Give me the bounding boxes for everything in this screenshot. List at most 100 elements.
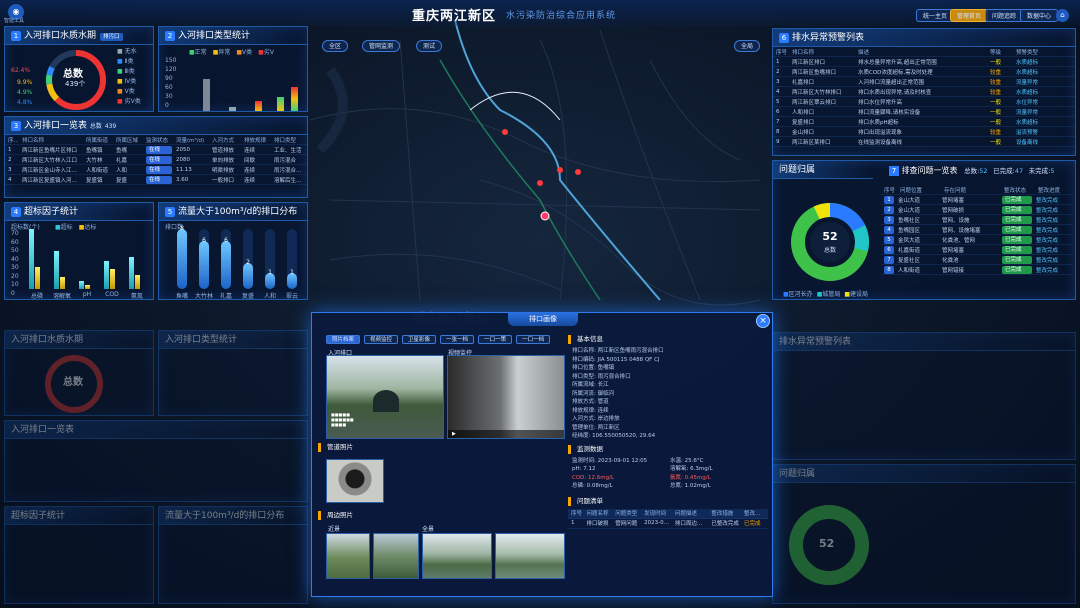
outlet-marker[interactable] <box>557 167 563 173</box>
nav-button-issues[interactable]: 问题追踪 <box>985 9 1024 22</box>
table-row[interactable]: 1排口破损管网问题2023-08-26排口周边有破损已整改完成已完成 <box>568 519 768 529</box>
issue-done: 47 <box>1014 167 1024 175</box>
bar[interactable] <box>85 285 90 289</box>
bar[interactable] <box>135 275 140 289</box>
map-tag-test[interactable]: 测试 <box>416 40 443 52</box>
surround-photo[interactable] <box>326 533 370 579</box>
bar[interactable] <box>229 107 236 111</box>
surround-caption: 全景 <box>422 526 435 533</box>
table-row[interactable]: 1 两江新区鱼嘴片区排口 鱼嘴镇 鱼嘴 在线 2050 管道排放 连续 工业、生活 <box>5 145 307 155</box>
outlet-marker[interactable] <box>537 180 543 186</box>
outlet-profile-modal: 排口画像 × 照片档案 视频监控 卫星影像 一张一档 一口一策 一口一档 入河排口 视频监… <box>311 312 773 597</box>
bar[interactable] <box>199 241 209 289</box>
video-feed[interactable]: ▶ <box>447 355 565 439</box>
bar[interactable] <box>79 281 84 289</box>
table-row[interactable]: 4两江新区复盛镇入河排口复盛镇复盛在线3.60一般排口连续溶解后生活排口 <box>5 175 307 185</box>
table-row[interactable]: 6 礼嘉街道 管网堵塞 已完成 整改完成 <box>881 245 1073 255</box>
info-field: 排放方式: 管道 <box>572 399 609 405</box>
modal-tab[interactable]: 一口一策 <box>478 335 513 344</box>
x-tick: 溶解氧 <box>52 293 71 300</box>
table-row[interactable]: 3 鱼嘴社区 管网、设施 已完成 整改完成 <box>881 215 1073 225</box>
video-controls[interactable] <box>448 430 564 438</box>
modal-tab[interactable]: 一口一档 <box>516 335 551 344</box>
y-tick: 0 <box>11 289 15 297</box>
bar[interactable] <box>255 101 262 111</box>
panel-tab[interactable]: 排污口 <box>100 33 123 41</box>
table-row[interactable]: 3 两江新区金山寺入江口排口 人和街道 人和 在线 11.13 明渠排放 连续 雨污混合排口 <box>5 165 307 175</box>
bar[interactable] <box>60 277 65 289</box>
play-icon[interactable]: ▶ <box>452 431 456 437</box>
legend-item: 异常 <box>218 49 231 56</box>
legend-item: Ⅳ类 <box>124 78 137 85</box>
table-row[interactable]: 8 人和街道 管网错接 已完成 整改完成 <box>881 265 1073 275</box>
table-row[interactable]: 7 复盛排口 排口水质pH超标 一般 水质超标 <box>773 117 1075 127</box>
pipe-photo[interactable] <box>326 459 384 503</box>
panel-title: 排水异常预警列表 <box>792 33 865 43</box>
modal-tab[interactable]: 视频监控 <box>364 335 399 344</box>
bar[interactable] <box>221 241 231 289</box>
user-icon[interactable]: ⌂ <box>1056 9 1069 22</box>
bar[interactable] <box>110 269 115 289</box>
bar[interactable] <box>54 251 59 289</box>
issue-table-title: 排查问题一览表 <box>901 166 958 175</box>
quality-field: 水温: 25.6°C <box>670 457 704 464</box>
bar-label: 1 <box>268 269 272 276</box>
map-tag-monitor[interactable]: 管网监测 <box>362 40 401 52</box>
panel-title: 入河排口水质水期 <box>24 31 97 41</box>
table-row[interactable]: 1 金山大道 管网堵塞 已完成 整改完成 <box>881 195 1073 205</box>
outlet-marker[interactable] <box>502 129 508 135</box>
close-icon[interactable]: × <box>756 314 770 328</box>
table-row[interactable]: 2 金山大道 管网破损 已完成 整改完成 <box>881 205 1073 215</box>
quality-field: COD: 12.6mg/L <box>572 474 615 481</box>
table-row[interactable]: 6 人和排口 排口流量骤降,请核实设备 一般 流量异常 <box>773 107 1075 117</box>
bar[interactable] <box>291 87 298 111</box>
bar[interactable] <box>177 229 187 289</box>
bar[interactable] <box>243 263 253 289</box>
bar-label: 2 <box>246 259 250 266</box>
table-row[interactable]: 4 鱼嘴园区 管网、设施堵塞 已完成 整改完成 <box>881 225 1073 235</box>
panel-title: 问题归属 <box>779 165 816 175</box>
x-tick: 总磷 <box>30 293 43 300</box>
map-tag-global[interactable]: 全局 <box>734 40 761 52</box>
table-row[interactable]: 9 两江新区某排口 在线监测设备离线 一般 设备离线 <box>773 137 1075 147</box>
modal-tab[interactable]: 一张一档 <box>440 335 475 344</box>
table-header: 序号 问题位置 存在问题 整改状态 整改进度 <box>881 185 1073 195</box>
table-row[interactable]: 4 两江新区大竹林排口 排口水质出现异常,请及时核查 较重 水质超标 <box>773 87 1075 97</box>
table-row[interactable]: 8 金山排口 排口出现溢流现象 较重 溢流预警 <box>773 127 1075 137</box>
table-row[interactable]: 2 两江新区鱼嘴排口 水质COD浓度超标,需及时处理 较重 水质超标 <box>773 67 1075 77</box>
ghost-panel: 排水异常预警列表 <box>772 332 1076 460</box>
bar[interactable] <box>129 257 134 289</box>
table-row[interactable]: 7 复盛社区 化粪池 已完成 整改完成 <box>881 255 1073 265</box>
surround-photo[interactable] <box>495 533 565 579</box>
bar[interactable] <box>29 229 34 289</box>
outlet-photo[interactable]: ■■■■■ ■■■■■■ ■■■■ <box>326 355 444 439</box>
nav-button-home[interactable]: 统一主页 <box>916 9 955 22</box>
table-row[interactable]: 5 两江新区翠云排口 排口水位异常升高 一般 水位异常 <box>773 97 1075 107</box>
modal-tab[interactable]: 照片档案 <box>326 335 361 344</box>
info-field: 排口位置: 鱼嘴镇 <box>572 365 615 371</box>
nav-button-manage[interactable]: 管理首页 <box>950 9 989 22</box>
nav-button-data[interactable]: 数据中心 <box>1020 9 1059 22</box>
legend-item: 超标 <box>60 224 73 231</box>
table-row[interactable]: 1 两江新区排口 排水总量异常升高,超出正常范围 一般 水质超标 <box>773 57 1075 67</box>
table-row[interactable]: 2 两江新区大竹林入江口 大竹林 礼嘉 在线 2080 单向排放 间歇 雨污混合 <box>5 155 307 165</box>
map-tag-all[interactable]: 全区 <box>322 40 349 52</box>
x-tick: 大竹林 <box>194 293 213 300</box>
bar[interactable] <box>203 79 210 111</box>
surround-photo[interactable] <box>373 533 419 579</box>
surround-photo[interactable] <box>422 533 492 579</box>
table-row[interactable]: 5 金凤大道 化粪池、管网 已完成 整改完成 <box>881 235 1073 245</box>
table-row[interactable]: 3 礼嘉排口 入河排口流量超出正常范围 较重 流量异常 <box>773 77 1075 87</box>
quality-field: 氨氮: 0.45mg/L <box>670 474 711 481</box>
modal-tab[interactable]: 卫星影像 <box>402 335 437 344</box>
bar[interactable] <box>277 97 284 111</box>
selected-outlet-marker[interactable] <box>540 211 550 221</box>
x-tick: 礼嘉 <box>219 293 232 300</box>
outlet-marker[interactable] <box>575 169 581 175</box>
outlet-type-panel: 2 入河排口类型统计 ■正常 ■异常 ■Ⅴ类 ■劣Ⅴ 150 120 90 60 … <box>158 26 308 112</box>
panel-title: 流量大于100m³/d的排口分布 <box>178 207 298 217</box>
info-field: 经纬度: 106.550050520, 29.64 <box>572 433 656 439</box>
bar[interactable] <box>104 261 109 289</box>
bar[interactable] <box>35 267 40 289</box>
bar-label: 6 <box>202 237 206 244</box>
